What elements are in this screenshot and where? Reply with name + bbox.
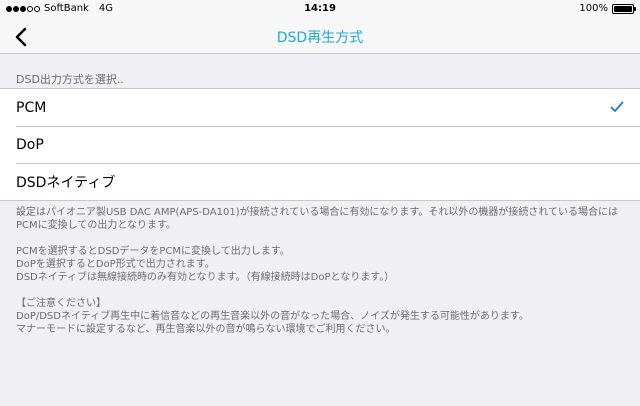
navigation-bar: DSD再生方式 — [0, 20, 640, 54]
status-time: 14:19 — [304, 3, 336, 14]
footer-text: DoPを選択するとDoP形式で出力されます。 — [16, 259, 215, 270]
section-header: DSD出力方式を選択.. — [16, 73, 124, 86]
footer-text: マナーモードに設定するなど、再生音楽以外の音が鳴らない環境でご利用ください。 — [16, 324, 396, 335]
footer-description: 設定はパイオニア製USB DAC AMP(APS-DA101)が接続されている場… — [16, 206, 628, 349]
footer-paragraph: 設定はパイオニア製USB DAC AMP(APS-DA101)が接続されている場… — [16, 206, 628, 232]
checkmark-icon — [610, 101, 624, 112]
footer-paragraph: PCMを選択するとDSDデータをPCMに変換して出力します。 DoPを選択すると… — [16, 245, 628, 284]
status-right: 100% — [579, 3, 636, 14]
option-label: PCM — [16, 99, 47, 116]
footer-text: PCMを選択するとDSDデータをPCMに変換して出力します。 — [16, 246, 290, 257]
option-pcm[interactable]: PCM — [0, 89, 640, 126]
option-dsd-native[interactable]: DSDネイティブ — [0, 163, 640, 200]
page-title: DSD再生方式 — [276, 30, 364, 46]
option-dop[interactable]: DoP — [0, 126, 640, 163]
battery-percent: 100% — [579, 3, 608, 14]
option-list: PCM DoP DSDネイティブ — [0, 88, 640, 201]
option-label: DoP — [16, 136, 44, 153]
option-label: DSDネイティブ — [16, 174, 116, 191]
footer-text: DSDネイティブは無線接続時のみ有効となります。（有線接続時はDoPとなります。… — [16, 272, 395, 283]
footer-paragraph: 【ご注意ください】 DoP/DSDネイティブ再生中に着信音などの再生音楽以外の音… — [16, 297, 628, 336]
footer-text: 【ご注意ください】 — [16, 298, 106, 309]
footer-text: 設定はパイオニア製USB DAC AMP(APS-DA101)が接続されている場… — [16, 207, 619, 231]
status-bar: SoftBank 4G 14:19 100% — [0, 0, 640, 20]
battery-icon — [612, 3, 636, 14]
footer-text: DoP/DSDネイティブ再生中に着信音などの再生音楽以外の音がなった場合、ノイズ… — [16, 311, 529, 322]
